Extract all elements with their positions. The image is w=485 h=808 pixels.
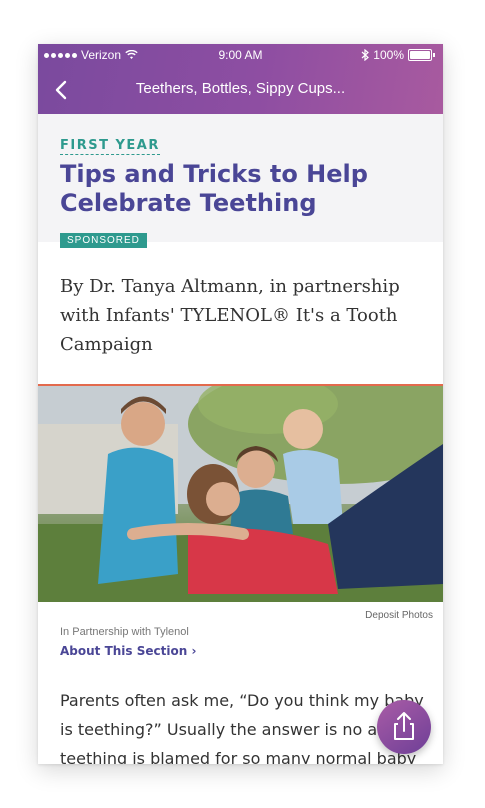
about-section-link[interactable]: About This Section › bbox=[60, 644, 196, 658]
phone-screen: Verizon 9:00 AM 100% Teethers, Bottles, … bbox=[38, 44, 443, 764]
battery-icon bbox=[408, 49, 432, 61]
article-photo bbox=[38, 384, 443, 602]
status-bar: Verizon 9:00 AM 100% bbox=[38, 44, 443, 66]
battery-percent: 100% bbox=[373, 48, 404, 62]
photo-accent-line bbox=[38, 384, 443, 386]
share-icon bbox=[394, 712, 414, 740]
family-photo-illustration bbox=[38, 384, 443, 602]
category-link[interactable]: FIRST YEAR bbox=[60, 138, 160, 155]
status-right: 100% bbox=[361, 48, 435, 62]
article-byline: By Dr. Tanya Altmann, in partnership wit… bbox=[60, 276, 400, 355]
article-header: FIRST YEAR Tips and Tricks to Help Celeb… bbox=[38, 114, 443, 248]
sponsored-badge: SPONSORED bbox=[60, 233, 147, 248]
navigation-bar: Teethers, Bottles, Sippy Cups... bbox=[38, 66, 443, 114]
battery-cap bbox=[433, 53, 435, 57]
article-body: Parents often ask me, “Do you think my b… bbox=[60, 691, 424, 764]
partnership-text: In Partnership with Tylenol bbox=[60, 626, 189, 638]
bluetooth-icon bbox=[361, 49, 370, 61]
photo-credit: Deposit Photos bbox=[365, 610, 433, 621]
nav-title: Teethers, Bottles, Sippy Cups... bbox=[135, 80, 346, 97]
article-title: Tips and Tricks to Help Celebrate Teethi… bbox=[60, 160, 368, 217]
share-button[interactable] bbox=[377, 700, 431, 754]
